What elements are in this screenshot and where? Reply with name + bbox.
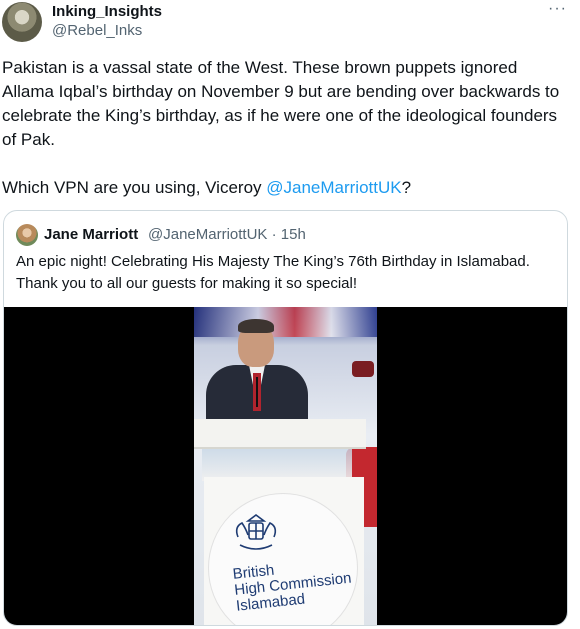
quoted-author-avatar	[16, 224, 38, 246]
podium-top	[194, 419, 366, 449]
mention-link[interactable]: @JaneMarriottUK	[266, 178, 401, 197]
quoted-tweet-text: An epic night! Celebrating His Majesty T…	[16, 253, 530, 292]
author-handle[interactable]: @Rebel_Inks	[52, 22, 142, 39]
tweet-paragraph-1: Pakistan is a vassal state of the West. …	[2, 58, 560, 149]
tweet-paragraph-2-text: Which VPN are you using, Viceroy	[2, 178, 267, 197]
video-frame: British High Commission Islamabad	[194, 307, 377, 625]
author-display-name[interactable]: Inking_Insights	[52, 3, 162, 20]
more-icon[interactable]: ···	[548, 0, 567, 18]
microphone	[256, 377, 258, 407]
tweet-paragraph-2-end: ?	[401, 178, 412, 197]
quoted-author-handle-time: @JaneMarriottUK · 15h	[148, 226, 306, 243]
backdrop-flags	[194, 307, 377, 337]
crest-icon	[235, 514, 277, 550]
author-avatar[interactable]	[2, 2, 42, 42]
speaker-hair	[238, 319, 274, 333]
quoted-tweet[interactable]: Jane Marriott @JaneMarriottUK · 15h An e…	[3, 210, 568, 626]
quoted-media-video[interactable]: British High Commission Islamabad	[4, 307, 567, 625]
quoted-author-name: Jane Marriott	[44, 226, 139, 243]
guard-cap	[352, 361, 374, 377]
tweet-text: Pakistan is a vassal state of the West. …	[2, 56, 562, 200]
tweet-paragraph-2: Which VPN are you using, Viceroy @JaneMa…	[2, 176, 562, 200]
